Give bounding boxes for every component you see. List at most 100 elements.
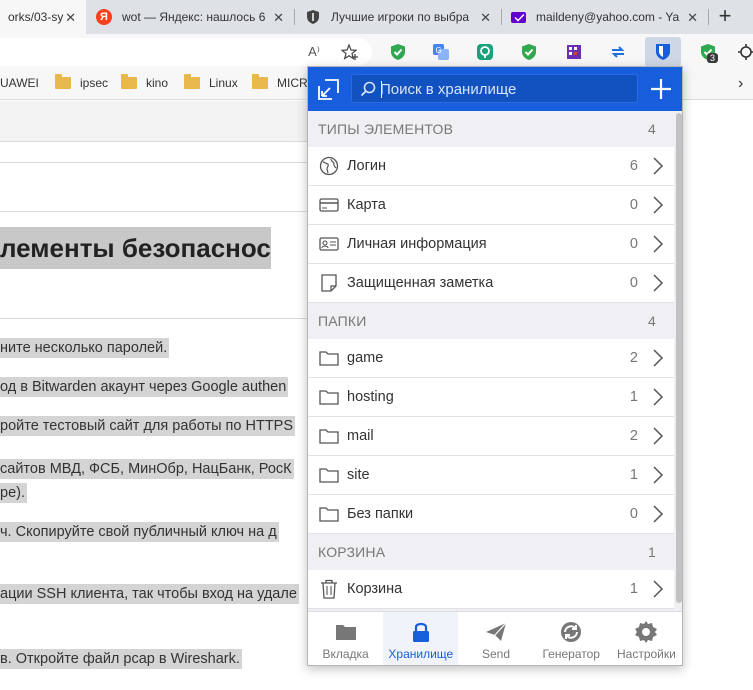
tab-github-works[interactable]: orks/03-sy ✕ (0, 0, 86, 34)
row-count: 2 (629, 428, 638, 444)
shield-check-extension-icon-2[interactable] (519, 42, 539, 62)
row-count: 0 (629, 236, 638, 252)
read-aloud-icon[interactable]: A⁾ (304, 42, 324, 62)
globe-icon (318, 155, 340, 177)
section-title: ТИПЫ ЭЛЕМЕНТОВ (318, 121, 454, 137)
section-count: 4 (648, 121, 656, 137)
bookmark-linux[interactable]: Linux (184, 74, 238, 90)
new-tab-button[interactable]: + (711, 4, 739, 30)
bookmark-huawei[interactable]: UAWEI (0, 76, 39, 90)
trash-row[interactable]: Корзина 1 (308, 570, 674, 609)
row-count: 1 (629, 389, 638, 405)
extensions-puzzle-icon[interactable] (736, 42, 753, 62)
folder-row-hosting[interactable]: hosting 1 (308, 378, 674, 417)
right-side-panel (682, 101, 753, 690)
type-row-login[interactable]: Логин 6 (308, 147, 674, 186)
close-tab-icon[interactable]: ✕ (273, 10, 284, 26)
nav-tab-send[interactable]: Send (458, 612, 533, 665)
chevron-right-icon (653, 349, 664, 367)
sync-extension-icon[interactable] (608, 42, 628, 62)
row-count: 0 (629, 506, 638, 522)
close-tab-icon[interactable]: ✕ (687, 10, 698, 26)
section-title: КОРЗИНА (318, 544, 386, 560)
chevron-right-icon (653, 505, 664, 523)
folder-icon (252, 74, 268, 89)
paragraph-text: в. Откройте файл pcap в Wireshark. (0, 649, 242, 669)
paragraph-text: ните несколько паролей. (0, 338, 170, 358)
shield-badge-extension-icon[interactable]: 3 (698, 42, 719, 63)
row-count: 2 (629, 350, 638, 366)
close-tab-icon[interactable]: ✕ (480, 10, 491, 26)
generator-icon (561, 622, 582, 642)
folder-row-site[interactable]: site 1 (308, 456, 674, 495)
translate-extension-icon[interactable]: G (431, 42, 451, 62)
chevron-right-icon (653, 580, 664, 598)
id-card-icon (318, 233, 340, 255)
row-label: Без папки (347, 506, 414, 522)
folder-icon (318, 425, 340, 447)
divider (0, 211, 310, 212)
paragraph-text: ре). (0, 483, 27, 503)
browser-toolbar: A⁾ G 3 (0, 34, 753, 70)
tab-yahoo-mail[interactable]: maildeny@yahoo.com - Ya ✕ (502, 0, 708, 34)
type-row-secure-note[interactable]: Защищенная заметка 0 (308, 264, 674, 303)
type-row-card[interactable]: Карта 0 (308, 186, 674, 225)
nav-tab-vault[interactable]: Хранилище (383, 612, 459, 665)
paragraph-text: сайтов МВД, ФСБ, МинОбр, НацБанк, РосК (0, 459, 294, 479)
folder-row-game[interactable]: game 2 (308, 339, 674, 378)
trash-icon (318, 578, 340, 600)
row-count: 6 (629, 158, 638, 174)
folder-row-no-folder[interactable]: Без папки 0 (308, 495, 674, 534)
divider (0, 141, 310, 142)
tab-title: maildeny@yahoo.com - Ya (536, 10, 680, 24)
row-label: Логин (347, 158, 386, 174)
close-tab-icon[interactable]: ✕ (65, 10, 76, 26)
section-title: ПАПКИ (318, 313, 367, 329)
svg-text:G: G (436, 46, 442, 55)
tab-yandex[interactable]: Я wot — Яндекс: нашлось 6 ✕ (86, 0, 294, 34)
search-icon (360, 81, 376, 97)
add-item-icon[interactable] (648, 76, 674, 102)
row-label: Личная информация (347, 236, 487, 252)
nav-label: Send (481, 647, 511, 661)
more-bookmarks-chevron-icon[interactable]: › (738, 75, 743, 93)
tab-top-players[interactable]: Лучшие игроки по выбра ✕ (295, 0, 501, 34)
page-header-band (0, 101, 310, 141)
type-row-identity[interactable]: Личная информация 0 (308, 225, 674, 264)
folder-row-mail[interactable]: mail 2 (308, 417, 674, 456)
chevron-right-icon (653, 466, 664, 484)
chevron-right-icon (653, 388, 664, 406)
folder-tab-icon (335, 625, 356, 640)
row-label: hosting (347, 389, 394, 405)
nav-tab-settings[interactable]: Настройки (609, 612, 682, 665)
bitwarden-extension-button[interactable] (645, 37, 681, 67)
tab-separator (708, 9, 709, 25)
building-extension-icon[interactable] (564, 42, 584, 62)
section-header-types: ТИПЫ ЭЛЕМЕНТОВ 4 (308, 111, 674, 147)
nav-label: Вкладка (322, 647, 369, 661)
popout-icon[interactable] (318, 79, 339, 100)
popup-header (308, 67, 682, 111)
section-header-trash: КОРЗИНА 1 (308, 534, 674, 570)
nav-tab-current-tab[interactable]: Вкладка (308, 612, 383, 665)
vault-scrollbar[interactable] (674, 111, 682, 611)
favorite-star-icon[interactable] (340, 42, 360, 62)
vpn-extension-icon[interactable] (475, 42, 495, 62)
row-label: site (347, 467, 370, 483)
row-count: 1 (629, 467, 638, 483)
search-input[interactable] (380, 79, 630, 99)
folder-icon (318, 386, 340, 408)
bookmark-kino[interactable]: kino (121, 74, 169, 90)
nav-label: Настройки (616, 647, 676, 661)
yahoo-mail-icon (510, 9, 526, 25)
folder-icon (318, 464, 340, 486)
row-label: Корзина (347, 581, 403, 597)
shield-check-extension-icon[interactable] (388, 42, 408, 62)
nav-label: Хранилище (388, 647, 454, 661)
bookmark-label: kino (146, 76, 169, 90)
scrollbar-thumb[interactable] (676, 113, 682, 603)
chevron-right-icon (653, 235, 664, 253)
note-icon (318, 272, 340, 294)
nav-tab-generator[interactable]: Генератор (534, 612, 609, 665)
bookmark-ipsec[interactable]: ipsec (55, 74, 108, 90)
